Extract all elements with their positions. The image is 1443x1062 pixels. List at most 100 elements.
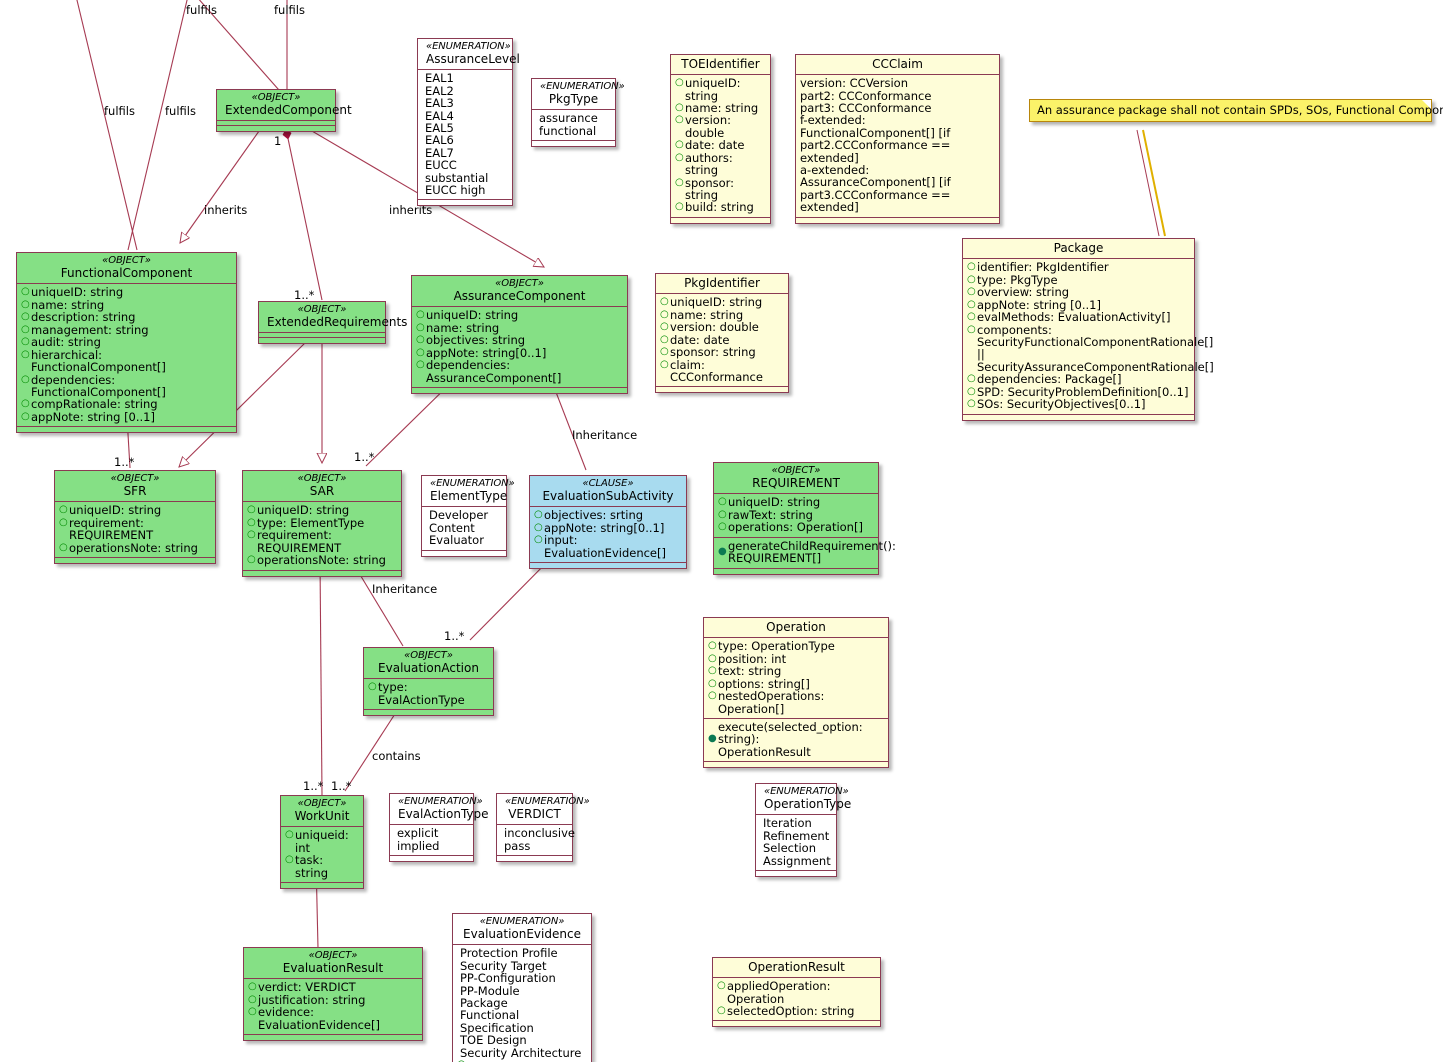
class-footer [671, 216, 770, 223]
class-attributes-AssuranceLevel: EAL1 EAL2 EAL3 EAL4 EAL5 EAL6 EAL7 EUCC substan… [418, 70, 512, 199]
attribute-row: ○ authors: string [675, 152, 765, 177]
attribute-text: sponsor: string [670, 345, 756, 360]
class-header-Package: Package [963, 239, 1194, 258]
attribute-text: appNote: string [0..1] [31, 409, 155, 424]
attribute-text: uniqueID: string [670, 295, 763, 310]
attribute-row: explicit [394, 827, 468, 840]
class-header-TOEIdentifier: TOEIdentifier [671, 55, 770, 74]
attribute-visibility-icon: ○ [660, 358, 669, 370]
class-box-ElementType[interactable]: «ENUMERATION» ElementType Developer Content… [421, 475, 515, 557]
class-box-SFR[interactable]: «OBJECT» SFR ○ uniqueID: string ○ requirement… [54, 470, 216, 565]
attribute-row: functional [536, 124, 610, 137]
class-box-PkgIdentifier[interactable]: PkgIdentifier ○ uniqueID: string ○ name: str… [655, 273, 789, 394]
attribute-row: EUCC substantial [422, 159, 507, 184]
attribute-text: sponsor: string [685, 175, 738, 202]
class-name-AssuranceComponent: AssuranceComponent [453, 289, 586, 304]
attribute-row: EUCC high [422, 184, 507, 197]
attribute-visibility-icon: ○ [416, 334, 425, 346]
class-attributes-Operation: ○ type: OperationType ○ position: int ○ text:… [704, 638, 888, 718]
class-stereotype-ExtendedRequirements: «OBJECT» [297, 304, 347, 315]
class-box-OperationResult[interactable]: OperationResult ○ appliedOperation: Operat… [712, 957, 881, 1028]
attribute-row: ○ overview: string [967, 286, 1189, 299]
attribute-text: part2.CCConformance == extended] [800, 138, 955, 165]
class-box-CCClaim[interactable]: CCClaim version: CCVersion part2: CCConfor… [795, 54, 1000, 224]
attribute-visibility-icon: ○ [21, 348, 30, 360]
attribute-visibility-icon: ○ [285, 829, 294, 841]
class-box-EvaluationEvidence[interactable]: «ENUMERATION» EvaluationEvidence Protectio… [452, 913, 592, 1062]
class-box-ExtendedComponent[interactable]: «OBJECT» ExtendedComponent [216, 89, 352, 133]
class-attributes-AssuranceComponent: ○ uniqueID: string ○ name: string ○ objective… [412, 307, 627, 387]
class-header-EvaluationAction: «OBJECT» EvaluationAction [364, 648, 493, 678]
class-name-OperationResult: OperationResult [748, 960, 845, 974]
attribute-text: uniqueID: string [685, 76, 745, 103]
class-box-EvalActionType[interactable]: «ENUMERATION» EvalActionType explicit impli… [389, 793, 489, 863]
attribute-row: ○ dependencies: AssuranceComponent[] [416, 359, 622, 384]
class-box-SAR[interactable]: «OBJECT» SAR ○ uniqueID: string ○ type: Eleme… [242, 470, 402, 577]
attribute-visibility-icon: ○ [675, 176, 684, 188]
attribute-visibility-icon: ○ [416, 346, 425, 358]
class-box-EvaluationSubActivity[interactable]: «CLAUSE» EvaluationSubActivity ○ objectives… [529, 475, 687, 570]
class-attributes-PkgType: assurance functional [532, 110, 615, 140]
class-name-EvalActionType: EvalActionType [398, 807, 489, 822]
class-header-ExtendedComponent: «OBJECT» ExtendedComponent [217, 90, 352, 120]
class-stereotype-EvalActionType: «ENUMERATION» [398, 796, 483, 807]
attribute-row: ○ uniqueID: string [675, 77, 765, 102]
class-box-AssuranceLevel[interactable]: «ENUMERATION» AssuranceLevel EAL1 EAL2 EAL3 E… [417, 38, 520, 207]
class-box-PkgType[interactable]: «ENUMERATION» PkgType assurance functional [531, 78, 625, 148]
class-stereotype-EvaluationEvidence: «ENUMERATION» [479, 916, 565, 927]
attribute-row: a-extended: AssuranceComponent[] [if [800, 164, 994, 189]
class-box-VERDICT[interactable]: «ENUMERATION» VERDICT inconclusive pass [496, 793, 590, 863]
class-box-REQUIREMENT[interactable]: «OBJECT» REQUIREMENT ○ uniqueID: string ○ raw… [713, 462, 896, 575]
attribute-row: ○ uniqueID: string [416, 309, 622, 322]
attribute-visibility-icon: ○ [21, 398, 30, 410]
class-box-ExtendedRequirements[interactable]: «OBJECT» ExtendedRequirements [258, 301, 408, 345]
attribute-row: ○ selectedOption: string [717, 1005, 875, 1018]
attribute-text: f-extended: FunctionalComponent[] [if [800, 113, 951, 140]
attribute-text: EUCC substantial [425, 158, 489, 185]
edge-label: contains [372, 749, 421, 763]
attribute-text: evalMethods: EvaluationActivity[] [977, 310, 1171, 325]
attribute-row: ○ task: string [285, 854, 358, 879]
attribute-visibility-icon: ○ [248, 993, 257, 1005]
class-box-Operation[interactable]: Operation ○ type: OperationType ○ position: … [703, 617, 889, 769]
class-name-FunctionalComponent: FunctionalComponent [60, 266, 193, 281]
attribute-row: ○ claim: CCConformance [660, 358, 783, 384]
class-box-OperationType[interactable]: «ENUMERATION» OperationType Iteration Refin… [755, 783, 851, 877]
attribute-text: objectives: srting [544, 508, 644, 523]
class-header-EvaluationEvidence: «ENUMERATION» EvaluationEvidence [453, 914, 591, 944]
class-box-FunctionalComponent[interactable]: «OBJECT» FunctionalComponent ○ uniqueID: st… [16, 252, 237, 434]
class-box-EvaluationResult[interactable]: «OBJECT» EvaluationResult ○ verdict: VERDIC… [243, 947, 423, 1042]
class-name-ExtendedRequirements: ExtendedRequirements [267, 315, 408, 330]
class-box-AssuranceComponent[interactable]: «OBJECT» AssuranceComponent ○ uniqueID: str… [411, 275, 628, 395]
class-box-WorkUnit[interactable]: «OBJECT» WorkUnit ○ uniqueid: int ○ task: str… [280, 795, 364, 889]
attribute-row: ○ operations: Operation[] [718, 521, 873, 534]
attribute-visibility-icon: ○ [21, 323, 30, 335]
attribute-row: ○ evidence: EvaluationEvidence[] [248, 1006, 417, 1031]
class-attributes-EvaluationEvidence: Protection Profile Security Target PP-Conf… [453, 945, 591, 1062]
attribute-text: selectedOption: string [727, 1003, 855, 1018]
class-header-OperationType: «ENUMERATION» OperationType [756, 784, 851, 814]
class-stereotype-AssuranceComponent: «OBJECT» [495, 278, 544, 289]
attribute-row: ○ appNote: string [0..1] [21, 411, 231, 424]
attribute-row: ○ appliedOperation: Operation [717, 980, 875, 1005]
attribute-visibility-icon: ○ [967, 398, 976, 410]
class-footer [656, 386, 788, 392]
class-stereotype-PkgType: «ENUMERATION» [540, 81, 625, 92]
class-stereotype-SAR: «OBJECT» [297, 473, 347, 484]
class-box-Package[interactable]: Package ○ identifier: PkgIdentifier ○ type: … [962, 238, 1214, 421]
class-footer [796, 216, 999, 223]
attribute-row: TOE Design [457, 1034, 586, 1047]
cardinality-label: 1 [274, 134, 282, 148]
class-stereotype-EvaluationAction: «OBJECT» [404, 650, 453, 661]
class-name-EvaluationSubActivity: EvaluationSubActivity [542, 489, 674, 504]
attribute-visibility-icon: ○ [718, 521, 727, 533]
attribute-row: ○ requirement: REQUIREMENT [247, 529, 396, 554]
attribute-visibility-icon: ○ [967, 286, 976, 298]
attribute-text: operationsNote: string [257, 553, 386, 568]
method-text: execute(selected_option: string): Operat… [718, 719, 863, 759]
attribute-visibility-icon: ○ [967, 261, 976, 273]
attribute-visibility-icon: ○ [247, 504, 256, 516]
class-box-EvaluationAction[interactable]: «OBJECT» EvaluationAction ○ type: EvalActio… [363, 647, 494, 717]
attribute-text: Evaluator [429, 533, 484, 548]
class-box-TOEIdentifier[interactable]: TOEIdentifier ○ uniqueID: string ○ name: str… [670, 54, 771, 224]
